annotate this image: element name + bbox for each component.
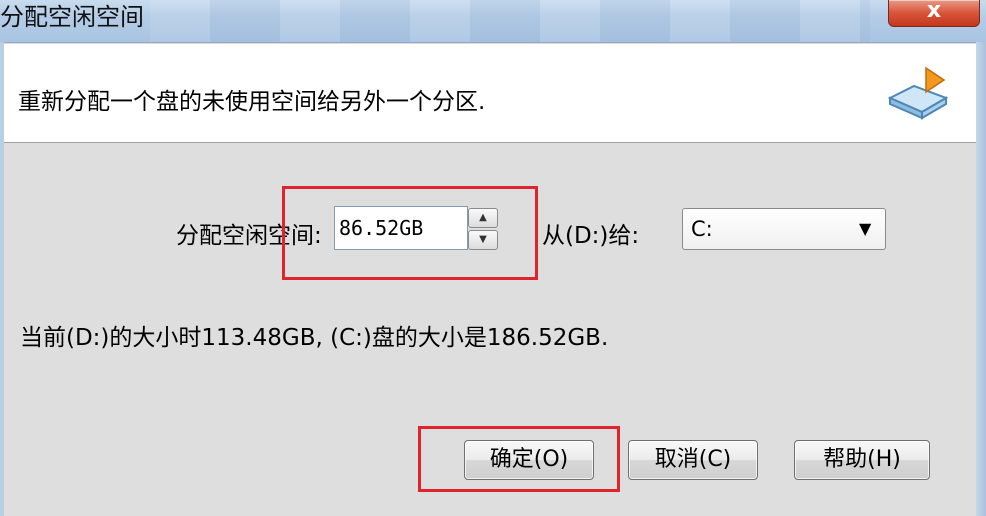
drive-arrow-icon <box>887 66 949 120</box>
close-icon[interactable]: x <box>927 0 941 23</box>
size-info-text: 当前(D:)的大小时113.48GB, (C:)盘的大小是186.52GB. <box>20 325 609 351</box>
target-drive-value: C: <box>691 217 713 241</box>
highlight-box-size <box>282 186 538 280</box>
window-frame-right <box>976 42 986 516</box>
highlight-box-ok <box>418 426 620 492</box>
cancel-button[interactable]: 取消(C) <box>628 440 758 480</box>
help-button[interactable]: 帮助(H) <box>794 440 930 480</box>
chevron-down-icon: ▼ <box>859 219 872 238</box>
title-bar-background <box>150 0 870 42</box>
header-description: 重新分配一个盘的未使用空间给另外一个分区. <box>18 89 486 115</box>
from-drive-label: 从(D:)给: <box>542 223 640 249</box>
target-drive-select[interactable]: C: ▼ <box>682 208 886 250</box>
header-panel: 重新分配一个盘的未使用空间给另外一个分区. <box>4 44 976 143</box>
title-bar: 分配空闲空间 x <box>0 0 986 43</box>
window-title: 分配空闲空间 <box>0 3 144 31</box>
close-button[interactable]: x <box>888 0 980 27</box>
